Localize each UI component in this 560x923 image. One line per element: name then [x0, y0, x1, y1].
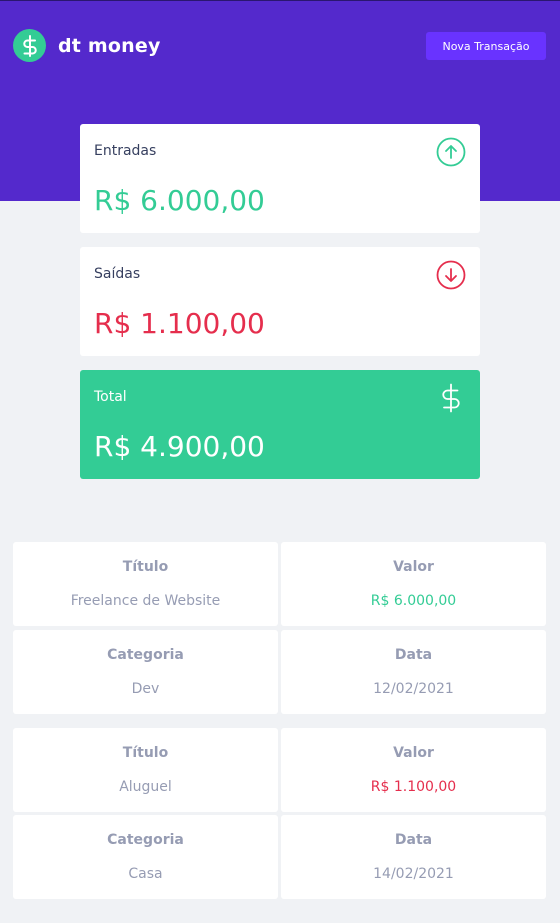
transaction-amount: R$ 6.000,00 [370, 593, 457, 609]
transaction-amount-cell: Valor R$ 6.000,00 [281, 542, 546, 626]
transaction-date: 14/02/2021 [373, 866, 454, 882]
arrow-up-circle-icon [436, 137, 466, 167]
transaction-amount-cell: Valor R$ 1.100,00 [281, 728, 546, 812]
transaction-date-cell: Data 12/02/2021 [281, 630, 546, 714]
transaction-amount: R$ 1.100,00 [370, 779, 457, 795]
total-card: Total R$ 4.900,00 [80, 370, 480, 479]
logo: dt money [13, 29, 161, 62]
category-header: Categoria [107, 647, 184, 663]
app-name: dt money [58, 34, 161, 57]
transaction-title: Freelance de Website [70, 593, 221, 609]
dollar-logo-icon [13, 29, 46, 62]
transaction-category: Casa [128, 866, 163, 882]
title-header: Título [122, 745, 169, 761]
amount-header: Valor [393, 745, 434, 761]
total-value: R$ 4.900,00 [94, 430, 265, 463]
category-header: Categoria [107, 832, 184, 848]
date-header: Data [394, 647, 433, 663]
transaction-title: Aluguel [119, 779, 172, 795]
title-header: Título [122, 559, 169, 575]
transaction-category-cell: Categoria Casa [13, 815, 278, 899]
amount-header: Valor [393, 559, 434, 575]
new-transaction-button[interactable]: Nova Transação [426, 32, 546, 60]
transaction-title-cell: Título Aluguel [13, 728, 278, 812]
transaction-category-cell: Categoria Dev [13, 630, 278, 714]
transaction-title-cell: Título Freelance de Website [13, 542, 278, 626]
transaction-date-cell: Data 14/02/2021 [281, 815, 546, 899]
outcome-label: Saídas [94, 266, 141, 282]
income-card: Entradas R$ 6.000,00 [80, 124, 480, 233]
outcome-value: R$ 1.100,00 [94, 307, 265, 340]
transaction-category: Dev [131, 681, 160, 697]
outcome-card: Saídas R$ 1.100,00 [80, 247, 480, 356]
dollar-icon [442, 383, 460, 413]
income-value: R$ 6.000,00 [94, 184, 265, 217]
transaction-date: 12/02/2021 [373, 681, 454, 697]
total-label: Total [94, 389, 127, 405]
date-header: Data [394, 832, 433, 848]
income-label: Entradas [94, 143, 157, 159]
arrow-down-circle-icon [436, 260, 466, 290]
